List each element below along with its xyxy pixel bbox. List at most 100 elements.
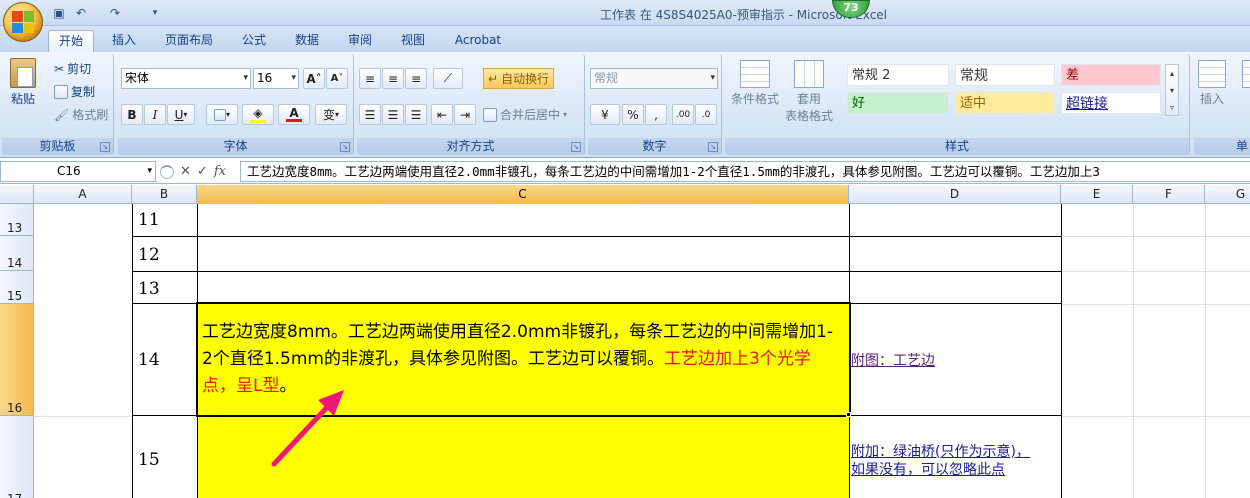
tab-acrobat[interactable]: Acrobat	[447, 30, 509, 52]
border-button[interactable]: ▾	[206, 104, 238, 125]
cut-label: 剪切	[67, 62, 92, 76]
decrease-indent-icon[interactable]: ⇤	[431, 104, 453, 125]
merge-center-button[interactable]: 合并后居中 ▾	[483, 106, 567, 123]
number-group: 常规 ▾ ¥ % , .00 .0 数字 ↘	[588, 54, 722, 155]
row-header-label: 16	[7, 401, 23, 415]
percent-icon: %	[627, 107, 639, 122]
style-hyperlink[interactable]: 超链接	[1061, 92, 1161, 114]
cell-d16-link[interactable]: 附图：工艺边	[851, 352, 935, 370]
phonetic-button[interactable]: 变 ▾	[315, 104, 347, 125]
format-painter-button[interactable]: 🖌 格式刷	[54, 106, 108, 123]
align-bottom-icon[interactable]: ≡	[405, 68, 427, 89]
font-name-select[interactable]: 宋体 ▾	[121, 68, 251, 89]
alignment-group: ≡ ≡ ≡ ⟋ ↵ 自动换行 ☰ ☰ ☰ ⇤ ⇥ 合并后居中 ▾ 对齐方式 ↘	[357, 54, 585, 155]
tab-home[interactable]: 开始	[48, 30, 94, 52]
style-bad[interactable]: 差	[1061, 64, 1161, 86]
increase-decimal-icon[interactable]: .00	[672, 104, 694, 125]
tab-page-layout[interactable]: 页面布局	[158, 30, 220, 52]
style-normal-2[interactable]: 常规 2	[847, 64, 949, 86]
percent-button[interactable]: %	[622, 104, 644, 125]
align-right-icon[interactable]: ☰	[405, 104, 427, 125]
gridline	[1061, 304, 1250, 305]
grow-font-button[interactable]: A ˄	[303, 68, 325, 89]
styles-group-label: 样式	[725, 138, 1189, 155]
expand-icon[interactable]: ⌒	[160, 164, 174, 179]
redo-icon[interactable]: ↷	[106, 4, 124, 22]
cell-b15[interactable]: 13	[138, 279, 160, 299]
paste-button[interactable]: 粘贴	[10, 58, 36, 107]
clipboard-launcher-icon[interactable]: ↘	[100, 142, 110, 152]
column-header-c[interactable]: C	[197, 185, 849, 204]
function-icon[interactable]: fx	[214, 164, 226, 179]
cell-b14[interactable]: 12	[138, 245, 160, 265]
customize-qat-icon[interactable]: ▾	[146, 4, 164, 22]
cell-d17-link-line1[interactable]: 附加：绿油桥(只作为示意)，	[851, 443, 1030, 461]
alignment-group-label: 对齐方式	[357, 138, 584, 155]
select-all-corner[interactable]	[0, 185, 34, 204]
tab-view[interactable]: 视图	[393, 30, 433, 52]
style-neutral[interactable]: 适中	[955, 92, 1055, 114]
orientation-icon[interactable]: ⟋	[433, 68, 463, 89]
row-header-17[interactable]: 17	[0, 416, 34, 498]
cell-d17-link-line2[interactable]: 如果没有，可以忽略此点	[851, 461, 1005, 479]
cell-b17[interactable]: 15	[138, 450, 160, 470]
italic-button[interactable]: I	[144, 104, 166, 125]
column-header-d[interactable]: D	[849, 185, 1061, 204]
column-header-f[interactable]: F	[1133, 185, 1205, 204]
increase-indent-icon[interactable]: ⇥	[454, 104, 476, 125]
number-format-select[interactable]: 常规 ▾	[590, 68, 718, 89]
insert-cells-button[interactable]: 插入	[1198, 60, 1226, 107]
tab-formulas[interactable]: 公式	[234, 30, 274, 52]
delete-cells-button[interactable]: 删	[1242, 60, 1250, 107]
row-header-14[interactable]: 14	[0, 236, 34, 271]
row-header-16[interactable]: 16	[0, 304, 34, 416]
align-top-icon[interactable]: ≡	[359, 68, 381, 89]
copy-button[interactable]: 复制	[54, 83, 95, 100]
column-header-b[interactable]: B	[132, 185, 197, 204]
undo-icon[interactable]: ↶	[72, 4, 90, 22]
cut-button[interactable]: ✂ 剪切	[54, 60, 91, 77]
tab-review[interactable]: 审阅	[340, 30, 380, 52]
font-color-button[interactable]: A	[278, 104, 310, 125]
fill-handle[interactable]	[846, 412, 851, 417]
conditional-format-button[interactable]: 条件格式	[731, 60, 779, 107]
font-color-icon: A	[289, 106, 299, 120]
tab-insert[interactable]: 插入	[104, 30, 144, 52]
row-header-13[interactable]: 13	[0, 204, 34, 236]
align-middle-icon[interactable]: ≡	[382, 68, 404, 89]
column-header-a[interactable]: A	[34, 185, 132, 204]
shrink-font-button[interactable]: A ˅	[326, 68, 348, 89]
save-icon[interactable]: ▣	[50, 4, 68, 22]
fill-color-button[interactable]: ◈	[242, 104, 274, 125]
enter-icon[interactable]: ✓	[197, 164, 208, 179]
more-icon: ▿	[1169, 103, 1174, 112]
comma-button[interactable]: ,	[645, 104, 667, 125]
number-launcher-icon[interactable]: ↘	[708, 142, 718, 152]
cancel-icon[interactable]: ✕	[180, 164, 191, 179]
decrease-decimal-icon[interactable]: .0	[695, 104, 717, 125]
row-header-15[interactable]: 15	[0, 271, 34, 304]
align-left-icon[interactable]: ☰	[359, 104, 381, 125]
table-format-button[interactable]: 套用 表格格式	[785, 60, 833, 124]
currency-icon[interactable]: ¥	[590, 104, 620, 125]
font-size-select[interactable]: 16 ▾	[253, 68, 299, 89]
formula-input[interactable]: 工艺边宽度8mm。工艺边两端使用直径2.0mm非镀孔，每条工艺边的中间需增加1-…	[240, 161, 1250, 182]
tab-data[interactable]: 数据	[287, 30, 327, 52]
font-launcher-icon[interactable]: ↘	[340, 142, 350, 152]
name-box[interactable]: C16 ▾	[0, 161, 156, 182]
underline-icon: U	[174, 107, 184, 122]
style-normal[interactable]: 常规	[955, 64, 1055, 86]
styles-scroll[interactable]: ▴ ▾ ▿	[1165, 64, 1179, 116]
align-center-icon[interactable]: ☰	[382, 104, 404, 125]
cell-b16[interactable]: 14	[138, 350, 160, 370]
column-header-e[interactable]: E	[1061, 185, 1133, 204]
cell-b13[interactable]: 11	[138, 210, 160, 230]
wrap-text-button[interactable]: ↵ 自动换行	[483, 68, 555, 89]
column-header-g[interactable]: G	[1205, 185, 1250, 204]
bold-button[interactable]: B	[121, 104, 143, 125]
excel-window: ▣ ↶ ↷ ▾ 工作表 在 4S8S4025A0-预审指示 - Microsof…	[0, 0, 1250, 498]
office-button[interactable]	[3, 2, 43, 42]
style-good[interactable]: 好	[847, 92, 949, 114]
underline-button[interactable]: U ▾	[167, 104, 195, 125]
alignment-launcher-icon[interactable]: ↘	[571, 142, 581, 152]
